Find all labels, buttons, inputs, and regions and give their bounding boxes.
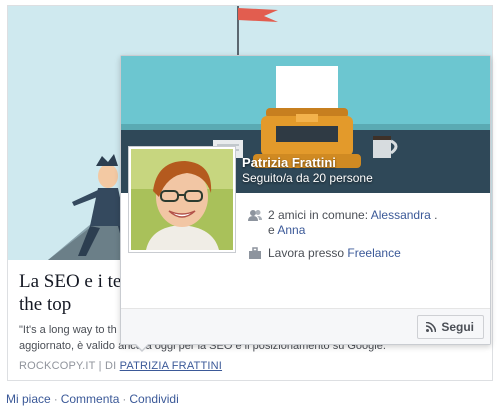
profile-name[interactable]: Patrizia Frattini	[242, 155, 336, 170]
hovercard-pointer	[134, 343, 150, 352]
article-meta: ROCKCOPY.IT | DI PATRIZIA FRATTINI	[19, 360, 222, 372]
description-line1: "It's a long way to th	[19, 324, 117, 336]
post-actions: Mi piace · Commenta · Condividi	[6, 392, 179, 406]
follow-button[interactable]: Segui	[417, 315, 484, 339]
article-title-line1[interactable]: La SEO e i ter	[19, 271, 128, 292]
work-prefix: Lavora presso	[268, 246, 348, 260]
profile-info: 2 amici in comune: Alessandra . e Anna L…	[246, 208, 482, 269]
workplace-link[interactable]: Freelance	[347, 246, 400, 260]
mutual-friends-and: e	[268, 223, 278, 237]
rss-icon	[426, 322, 437, 332]
mutual-friend-link[interactable]: Alessandra	[371, 208, 431, 222]
work-row: Lavora presso Freelance	[246, 246, 482, 261]
author-link[interactable]: PATRIZIA FRATTINI	[120, 360, 222, 372]
follow-label: Segui	[441, 320, 474, 334]
meta-separator: |	[98, 360, 102, 372]
share-link[interactable]: Condividi	[129, 392, 178, 406]
like-link[interactable]: Mi piace	[6, 392, 51, 406]
hovercard-footer: Segui	[121, 308, 490, 344]
followers-count: Seguito/a da 20 persone	[242, 171, 373, 185]
mutual-friends-prefix: 2 amici in comune:	[268, 208, 371, 222]
by-label: DI	[104, 360, 117, 372]
profile-picture[interactable]	[128, 146, 236, 253]
article-title-line2[interactable]: the top	[19, 294, 71, 315]
mutual-friend-link[interactable]: Anna	[277, 223, 305, 237]
mutual-friends-dot: .	[434, 208, 438, 222]
source-domain: ROCKCOPY.IT	[19, 360, 96, 372]
friends-icon	[248, 209, 262, 222]
mutual-friends-row: 2 amici in comune: Alessandra . e Anna	[246, 208, 482, 238]
comment-link[interactable]: Commenta	[61, 392, 120, 406]
action-separator: ·	[53, 392, 58, 406]
briefcase-icon	[248, 247, 262, 260]
profile-hovercard: Patrizia Frattini Seguito/a da 20 person…	[120, 55, 491, 352]
action-separator: ·	[122, 392, 127, 406]
